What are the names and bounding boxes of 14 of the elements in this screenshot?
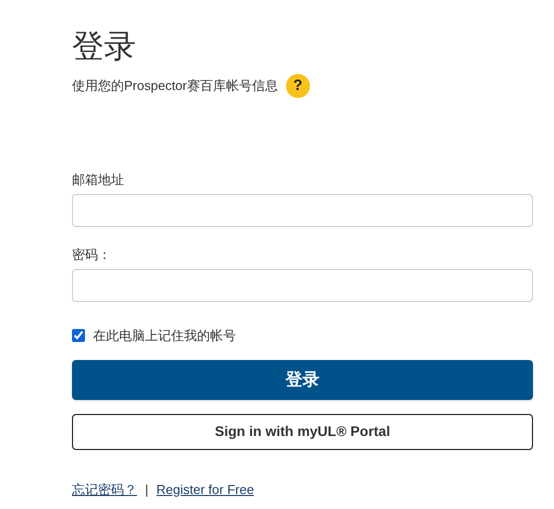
input-field[interactable] bbox=[72, 194, 533, 227]
link-separator: | bbox=[145, 480, 148, 499]
login-button[interactable]: 登录 bbox=[72, 360, 533, 400]
field-label: 密码： bbox=[72, 246, 112, 264]
forgot-password-link[interactable]: 忘记密码？ bbox=[72, 480, 137, 499]
field-label: 邮箱地址 bbox=[72, 171, 125, 189]
page-title: 登录 bbox=[72, 27, 137, 66]
subtitle: 使用您的Prospector赛百库帐号信息 bbox=[72, 77, 278, 96]
register-link[interactable]: Register for Free bbox=[156, 480, 254, 499]
help-badge[interactable]: ? bbox=[286, 74, 310, 98]
portal-button[interactable]: Sign in with myUL® Portal bbox=[72, 414, 533, 450]
remember-checkbox[interactable] bbox=[72, 329, 85, 342]
input-field[interactable] bbox=[72, 269, 533, 302]
checkbox-label: 在此电脑上记住我的帐号 bbox=[93, 327, 236, 345]
